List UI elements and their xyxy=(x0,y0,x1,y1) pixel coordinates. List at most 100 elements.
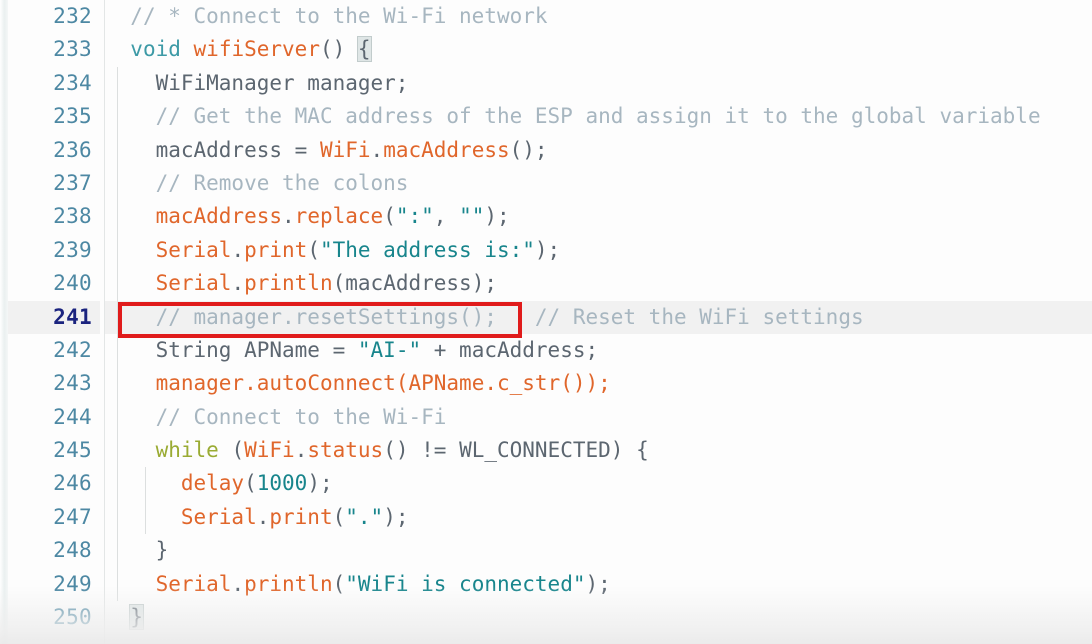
code-line[interactable]: 241 // manager.resetSettings(); // Reset… xyxy=(0,300,1092,334)
code-token: WiFiManager manager; xyxy=(155,70,409,95)
code-text[interactable]: Serial.print("The address is:"); xyxy=(105,234,1092,267)
code-token: "" xyxy=(459,204,485,229)
code-text[interactable]: manager.autoConnect(APName.c_str()); xyxy=(105,367,1092,400)
code-line[interactable]: 235 // Get the MAC address of the ESP an… xyxy=(0,100,1092,134)
line-number: 240 xyxy=(53,271,92,296)
code-token: ); xyxy=(585,571,611,596)
code-line[interactable]: 236 macAddress = WiFi.macAddress(); xyxy=(0,133,1092,167)
code-token: . xyxy=(231,237,245,262)
code-line[interactable]: 243 manager.autoConnect(APName.c_str()); xyxy=(0,367,1092,401)
code-token: ( xyxy=(332,271,346,296)
code-line[interactable]: 237 // Remove the colons xyxy=(0,166,1092,201)
code-text[interactable]: // manager.resetSettings(); // Reset the… xyxy=(105,300,1092,334)
code-text[interactable]: macAddress.replace(":", ""); xyxy=(105,200,1092,233)
code-line[interactable]: 250 } xyxy=(0,601,1092,634)
code-line[interactable]: 242 String APName = "AI-" + macAddress; xyxy=(0,333,1092,368)
code-token: println xyxy=(244,571,333,596)
code-token: . xyxy=(370,137,384,162)
code-text[interactable]: // * Connect to the Wi-Fi network xyxy=(105,0,1092,33)
code-token: ( xyxy=(231,438,245,463)
code-text[interactable]: // Remove the colons xyxy=(105,167,1092,200)
code-line[interactable]: 240 Serial.println(macAddress); xyxy=(0,267,1092,301)
line-number: 244 xyxy=(53,404,92,429)
code-token: . xyxy=(231,571,245,596)
line-number: 249 xyxy=(53,571,92,596)
code-lines-container[interactable]: 232 // * Connect to the Wi-Fi network 233… xyxy=(0,0,1092,644)
code-token: () xyxy=(319,37,346,62)
code-text[interactable]: Serial.println(macAddress); xyxy=(105,267,1092,300)
code-text[interactable]: WiFiManager manager; xyxy=(105,67,1092,100)
code-line[interactable]: 245 while (WiFi.status() != WL_CONNECTED… xyxy=(0,434,1092,468)
line-number: 236 xyxy=(53,137,92,162)
line-number: 235 xyxy=(53,104,92,129)
code-token: print xyxy=(269,504,333,529)
code-line[interactable]: 234 WiFiManager manager; xyxy=(0,66,1092,101)
code-token: . xyxy=(231,271,245,296)
code-token: ); xyxy=(383,504,409,529)
code-text[interactable]: macAddress = WiFi.macAddress(); xyxy=(105,134,1092,167)
code-token: // Get the MAC address of the ESP and as… xyxy=(155,104,1041,129)
code-token: String APName xyxy=(155,337,320,362)
code-text[interactable]: } xyxy=(105,534,1092,567)
code-token: { xyxy=(636,438,649,463)
code-token: manager xyxy=(155,371,245,396)
code-text[interactable]: String APName = "AI-" + macAddress; xyxy=(105,334,1092,367)
code-line[interactable]: 244 // Connect to the Wi-Fi xyxy=(0,400,1092,435)
code-token: Serial xyxy=(155,571,232,596)
code-token: . xyxy=(484,371,497,396)
code-text[interactable]: } xyxy=(105,601,1092,634)
line-number: 248 xyxy=(53,538,92,563)
line-number: 234 xyxy=(53,70,92,95)
line-number: 247 xyxy=(53,504,92,529)
code-line[interactable]: 247 Serial.print("."); xyxy=(0,500,1092,535)
line-number: 237 xyxy=(53,170,92,195)
code-line[interactable]: 238 macAddress.replace(":", ""); xyxy=(0,200,1092,234)
code-line[interactable]: 248 } xyxy=(0,534,1092,568)
code-token: != xyxy=(408,438,460,463)
code-token: ); xyxy=(307,471,333,496)
code-token: } xyxy=(155,538,169,563)
code-text[interactable]: void wifiServer() { xyxy=(105,33,1092,66)
code-text[interactable]: // Get the MAC address of the ESP and as… xyxy=(105,100,1092,133)
line-number: 242 xyxy=(53,337,92,362)
code-line[interactable]: 246 delay(1000); xyxy=(0,467,1092,501)
bracket-match-highlight: } xyxy=(129,604,144,631)
code-text[interactable]: Serial.println("WiFi is connected"); xyxy=(105,568,1092,601)
code-token: ); xyxy=(484,204,510,229)
code-token: ); xyxy=(471,271,497,296)
code-line[interactable]: 233 void wifiServer() { xyxy=(0,33,1092,66)
code-token: // * Connect to the Wi-Fi network xyxy=(130,4,548,28)
line-number: 250 xyxy=(53,605,92,630)
code-token: . xyxy=(294,438,308,463)
code-editor[interactable]: 232 // * Connect to the Wi-Fi network 233… xyxy=(0,0,1092,644)
code-line[interactable]: 239 Serial.print("The address is:"); xyxy=(0,233,1092,268)
code-text[interactable]: while (WiFi.status() != WL_CONNECTED) { xyxy=(105,434,1092,467)
code-text[interactable]: delay(1000); xyxy=(105,467,1092,500)
line-number: 243 xyxy=(53,371,92,396)
code-token: // Remove the colons xyxy=(155,170,409,195)
code-text[interactable]: Serial.print("."); xyxy=(105,501,1092,534)
code-token: ":" xyxy=(395,204,434,229)
bracket-match-highlight: { xyxy=(356,36,372,63)
code-line[interactable]: 249 Serial.println("WiFi is connected"); xyxy=(0,567,1092,602)
code-token: macAddress xyxy=(383,137,510,162)
code-token: . xyxy=(244,371,257,396)
code-token: 1000 xyxy=(256,471,308,496)
code-token: ()); xyxy=(560,371,611,396)
code-text[interactable]: // Connect to the Wi-Fi xyxy=(105,401,1092,434)
code-line[interactable]: 232 // * Connect to the Wi-Fi network xyxy=(0,0,1092,33)
